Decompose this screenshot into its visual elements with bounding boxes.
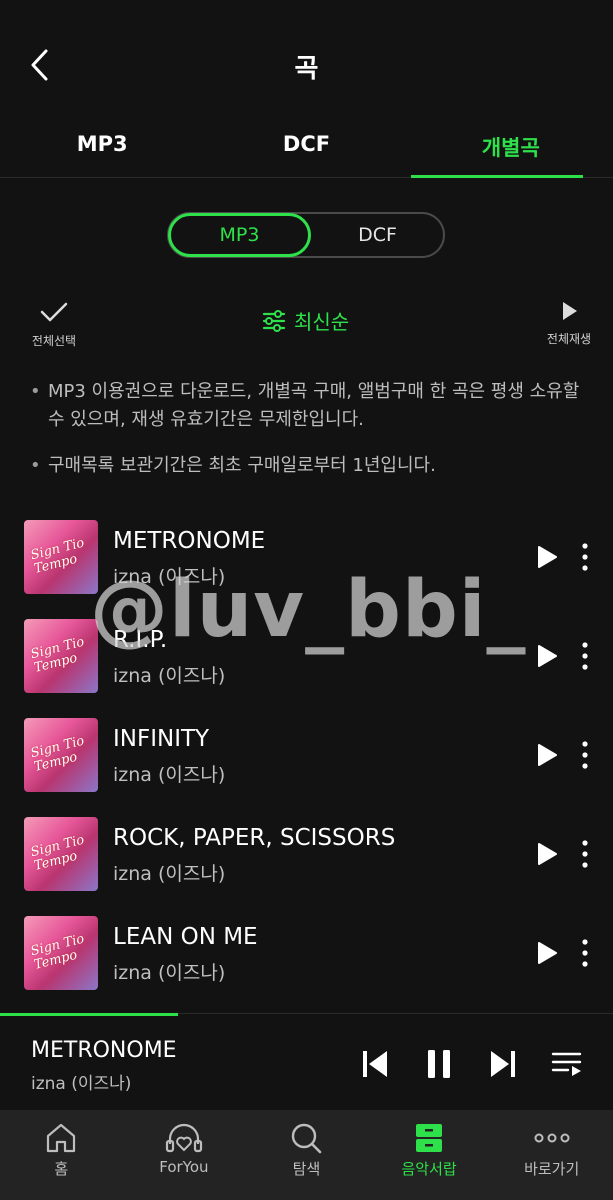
album-cover: Sign Tio Tempo [24,619,98,693]
song-title: INFINITY [113,726,210,752]
song-title: R.I.P. [113,627,168,653]
song-artist: izna (이즈나) [113,665,226,687]
nav-shortcuts[interactable]: 바로가기 [490,1110,613,1200]
headphones-heart-icon [165,1123,202,1153]
play-icon[interactable] [537,941,557,965]
nav-label: 탐색 [292,1160,321,1178]
play-all-label: 전체재생 [546,332,592,346]
song-title: LEAN ON ME [113,924,258,950]
nav-label: 홈 [54,1160,69,1178]
song-row[interactable]: Sign Tio Tempo METRONOME izna (이즈나) [0,516,613,615]
header: 곡 [0,0,613,120]
drawer-icon [416,1124,443,1152]
play-icon [563,302,577,320]
sort-label: 최신순 [294,310,350,334]
album-cover-text: Sign Tio Tempo [29,733,86,775]
select-all-button[interactable]: 전체선택 [24,300,84,349]
more-vertical-icon[interactable] [575,640,595,672]
info-notes: MP3 이용권으로 다운로드, 개별곡 구매, 앨범구매 한 곡은 평생 소유할… [30,378,590,498]
nav-foryou[interactable]: ForYou [123,1110,246,1200]
toggle-dcf[interactable]: DCF [312,214,443,256]
more-vertical-icon[interactable] [575,739,595,771]
song-artist: izna (이즈나) [113,566,226,588]
tab-dcf[interactable]: DCF [204,118,408,177]
more-vertical-icon[interactable] [575,937,595,969]
album-cover-text: Sign Tio Tempo [29,931,86,973]
now-playing-title: METRONOME [31,1038,177,1063]
play-icon[interactable] [537,842,557,866]
album-cover: Sign Tio Tempo [24,718,98,792]
playlist-icon[interactable] [550,1048,584,1080]
nav-label: 바로가기 [524,1160,580,1178]
nav-label: ForYou [159,1158,209,1176]
album-cover: Sign Tio Tempo [24,817,98,891]
album-cover-text: Sign Tio Tempo [29,535,86,577]
song-artist: izna (이즈나) [113,863,226,885]
song-title: ROCK, PAPER, SCISSORS [113,825,396,851]
more-dots-icon [534,1133,570,1143]
home-icon [47,1123,76,1153]
pause-icon[interactable] [422,1048,456,1080]
sliders-icon [262,309,286,332]
song-artist: izna (이즈나) [113,962,226,984]
next-icon[interactable] [486,1048,520,1080]
checkmark-icon [40,302,68,322]
album-cover-text: Sign Tio Tempo [29,634,86,676]
nav-home[interactable]: 홈 [0,1110,123,1200]
previous-icon[interactable] [358,1048,392,1080]
play-icon[interactable] [537,743,557,767]
search-icon [292,1123,322,1154]
now-playing-artist: izna (이즈나) [31,1074,132,1094]
list-toolbar: 전체선택 최신순 전체재생 [0,296,613,356]
page-title: 곡 [294,54,319,84]
nav-music-drawer[interactable]: 음악서랍 [368,1110,491,1200]
play-all-button[interactable]: 전체재생 [538,300,600,347]
play-icon[interactable] [537,545,557,569]
tab-individual-songs[interactable]: 개별곡 [409,118,613,178]
nav-label: 음악서랍 [401,1160,457,1178]
tab-bar: MP3 DCF 개별곡 [0,118,613,178]
nav-search[interactable]: 탐색 [245,1110,368,1200]
song-row[interactable]: Sign Tio Tempo INFINITY izna (이즈나) [0,714,613,813]
format-toggle: MP3 DCF [167,212,445,258]
info-note: MP3 이용권으로 다운로드, 개별곡 구매, 앨범구매 한 곡은 평생 소유할… [30,378,590,434]
play-icon[interactable] [537,644,557,668]
song-artist: izna (이즈나) [113,764,226,786]
more-vertical-icon[interactable] [575,541,595,573]
more-vertical-icon[interactable] [575,838,595,870]
album-cover: Sign Tio Tempo [24,520,98,594]
select-all-label: 전체선택 [31,334,77,348]
info-note: 구매목록 보관기간은 최초 구매일로부터 1년입니다. [30,452,590,480]
song-title: METRONOME [113,528,266,554]
song-row[interactable]: Sign Tio Tempo R.I.P. izna (이즈나) [0,615,613,714]
song-row[interactable]: Sign Tio Tempo LEAN ON ME izna (이즈나) [0,912,613,1011]
song-row[interactable]: Sign Tio Tempo ROCK, PAPER, SCISSORS izn… [0,813,613,912]
song-list: Sign Tio Tempo METRONOME izna (이즈나) Sign… [0,516,613,1011]
tab-mp3[interactable]: MP3 [0,118,204,177]
album-cover-text: Sign Tio Tempo [29,832,86,874]
sort-button[interactable]: 최신순 [262,306,349,335]
playback-progress[interactable] [0,1013,178,1016]
bottom-nav: 홈 ForYou 탐색 음악서랍 바로가기 [0,1110,613,1200]
album-cover: Sign Tio Tempo [24,916,98,990]
mini-player[interactable]: METRONOME izna (이즈나) [0,1013,613,1110]
toggle-mp3[interactable]: MP3 [168,213,311,257]
